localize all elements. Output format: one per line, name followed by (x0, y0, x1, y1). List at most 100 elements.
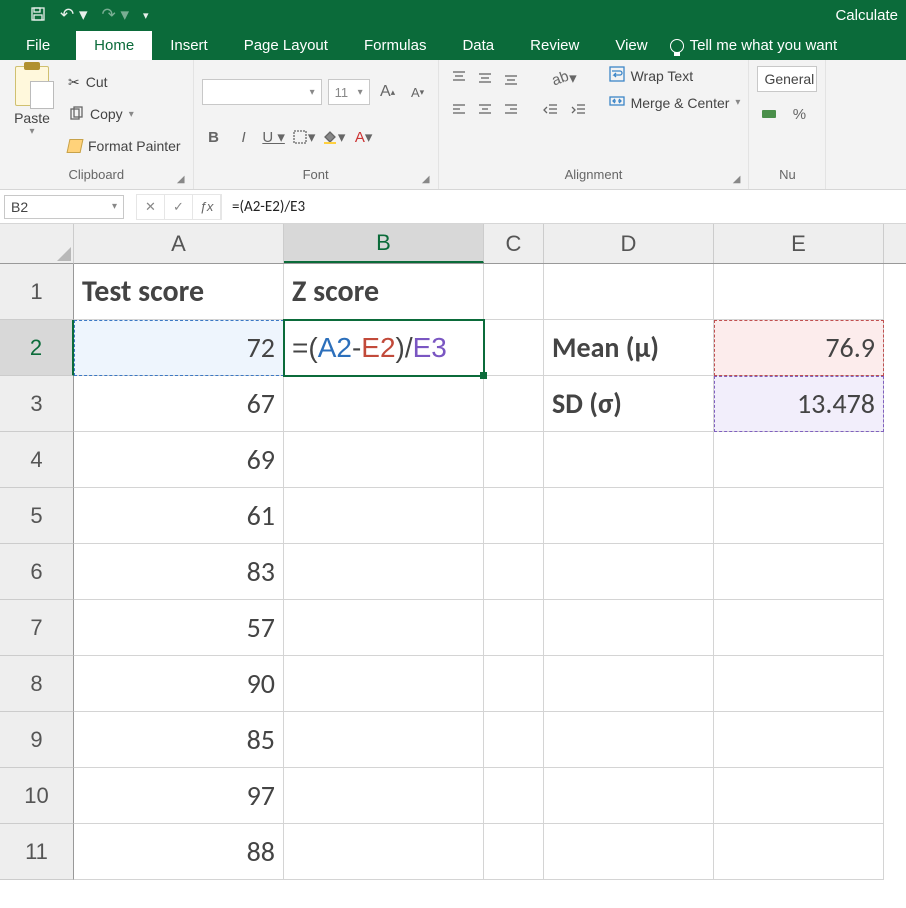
cell-e10[interactable] (714, 768, 884, 824)
cell-a6[interactable]: 83 (74, 544, 284, 600)
row-header-8[interactable]: 8 (0, 656, 74, 712)
cell-e4[interactable] (714, 432, 884, 488)
align-center-icon[interactable] (473, 98, 497, 122)
enter-button[interactable]: ✓ (165, 195, 193, 219)
cell-e1[interactable] (714, 264, 884, 320)
cell-a4[interactable]: 69 (74, 432, 284, 488)
currency-icon[interactable] (757, 102, 781, 126)
tell-me-search[interactable]: Tell me what you want (666, 31, 842, 60)
cut-button[interactable]: Cut (64, 72, 185, 93)
cell-d9[interactable] (544, 712, 714, 768)
increase-font-icon[interactable]: A▴ (376, 80, 400, 104)
paste-button[interactable]: Paste ▾ (8, 66, 56, 137)
cell-d7[interactable] (544, 600, 714, 656)
border-icon[interactable]: ▾ (292, 125, 316, 149)
col-header-c[interactable]: C (484, 224, 544, 263)
row-header-7[interactable]: 7 (0, 600, 74, 656)
cell-b10[interactable] (284, 768, 484, 824)
cell-b8[interactable] (284, 656, 484, 712)
font-launcher-icon[interactable]: ◢ (422, 174, 430, 185)
col-header-b[interactable]: B (284, 224, 484, 263)
bold-icon[interactable]: B (202, 125, 226, 149)
cell-d1[interactable] (544, 264, 714, 320)
align-right-icon[interactable] (499, 98, 523, 122)
save-icon[interactable] (30, 6, 46, 25)
decrease-indent-icon[interactable] (539, 98, 563, 122)
tab-review[interactable]: Review (512, 31, 597, 60)
cell-b6[interactable] (284, 544, 484, 600)
cell-a8[interactable]: 90 (74, 656, 284, 712)
align-top-icon[interactable] (447, 66, 471, 90)
cell-e9[interactable] (714, 712, 884, 768)
increase-indent-icon[interactable] (567, 98, 591, 122)
align-left-icon[interactable] (447, 98, 471, 122)
cell-c5[interactable] (484, 488, 544, 544)
cell-c4[interactable] (484, 432, 544, 488)
font-size-combo[interactable]: 11▾ (328, 79, 370, 105)
tab-page-layout[interactable]: Page Layout (226, 31, 346, 60)
cell-d2[interactable]: Mean (μ) (544, 320, 714, 376)
align-middle-icon[interactable] (473, 66, 497, 90)
cell-c3[interactable] (484, 376, 544, 432)
orientation-icon[interactable]: ab ▾ (539, 66, 591, 90)
cell-d3[interactable]: SD (σ) (544, 376, 714, 432)
italic-icon[interactable]: I (232, 125, 256, 149)
align-bottom-icon[interactable] (499, 66, 523, 90)
cell-b9[interactable] (284, 712, 484, 768)
font-color-icon[interactable]: A▾ (352, 125, 376, 149)
cell-e6[interactable] (714, 544, 884, 600)
tab-home[interactable]: Home (76, 31, 152, 60)
undo-icon[interactable]: ↶ ▾ (60, 5, 88, 25)
fill-color-icon[interactable]: ▾ (322, 125, 346, 149)
cell-b1[interactable]: Z score (284, 264, 484, 320)
row-header-4[interactable]: 4 (0, 432, 74, 488)
copy-button[interactable]: Copy ▾ (64, 104, 185, 124)
row-header-10[interactable]: 10 (0, 768, 74, 824)
fx-button[interactable]: ƒx (193, 195, 221, 219)
row-header-5[interactable]: 5 (0, 488, 74, 544)
cancel-button[interactable]: ✕ (137, 195, 165, 219)
cell-e3[interactable]: 13.478 (714, 376, 884, 432)
col-header-a[interactable]: A (74, 224, 284, 263)
col-header-e[interactable]: E (714, 224, 884, 263)
number-format-combo[interactable]: General (757, 66, 817, 92)
tab-file[interactable]: File (0, 31, 76, 60)
cell-c9[interactable] (484, 712, 544, 768)
merge-center-button[interactable]: Merge & Center ▾ (609, 93, 741, 112)
cell-b2[interactable]: =(A2-E2)/E3 (284, 320, 484, 376)
cell-a11[interactable]: 88 (74, 824, 284, 880)
font-name-combo[interactable]: ▾ (202, 79, 322, 105)
cell-d4[interactable] (544, 432, 714, 488)
cell-d10[interactable] (544, 768, 714, 824)
cell-e7[interactable] (714, 600, 884, 656)
redo-icon[interactable]: ↷ ▾ (102, 5, 130, 25)
cell-e2[interactable]: 76.9 (714, 320, 884, 376)
decrease-font-icon[interactable]: A▾ (406, 80, 430, 104)
customize-qat-icon[interactable]: ▾ (143, 9, 149, 22)
cell-d11[interactable] (544, 824, 714, 880)
formula-input[interactable]: =(A2-E2)/E3 (222, 198, 906, 216)
cell-b7[interactable] (284, 600, 484, 656)
wrap-text-button[interactable]: Wrap Text (609, 66, 741, 85)
cell-c1[interactable] (484, 264, 544, 320)
cell-a1[interactable]: Test score (74, 264, 284, 320)
cell-b11[interactable] (284, 824, 484, 880)
cell-d8[interactable] (544, 656, 714, 712)
alignment-launcher-icon[interactable]: ◢ (733, 174, 741, 185)
cell-c8[interactable] (484, 656, 544, 712)
cell-a10[interactable]: 97 (74, 768, 284, 824)
col-header-d[interactable]: D (544, 224, 714, 263)
cell-d5[interactable] (544, 488, 714, 544)
cell-a9[interactable]: 85 (74, 712, 284, 768)
row-header-1[interactable]: 1 (0, 264, 74, 320)
cell-b3[interactable] (284, 376, 484, 432)
cell-c10[interactable] (484, 768, 544, 824)
row-header-2[interactable]: 2 (0, 320, 74, 376)
cell-c6[interactable] (484, 544, 544, 600)
row-header-6[interactable]: 6 (0, 544, 74, 600)
format-painter-button[interactable]: Format Painter (64, 136, 185, 156)
row-header-9[interactable]: 9 (0, 712, 74, 768)
cell-e8[interactable] (714, 656, 884, 712)
row-header-3[interactable]: 3 (0, 376, 74, 432)
tab-view[interactable]: View (597, 31, 665, 60)
